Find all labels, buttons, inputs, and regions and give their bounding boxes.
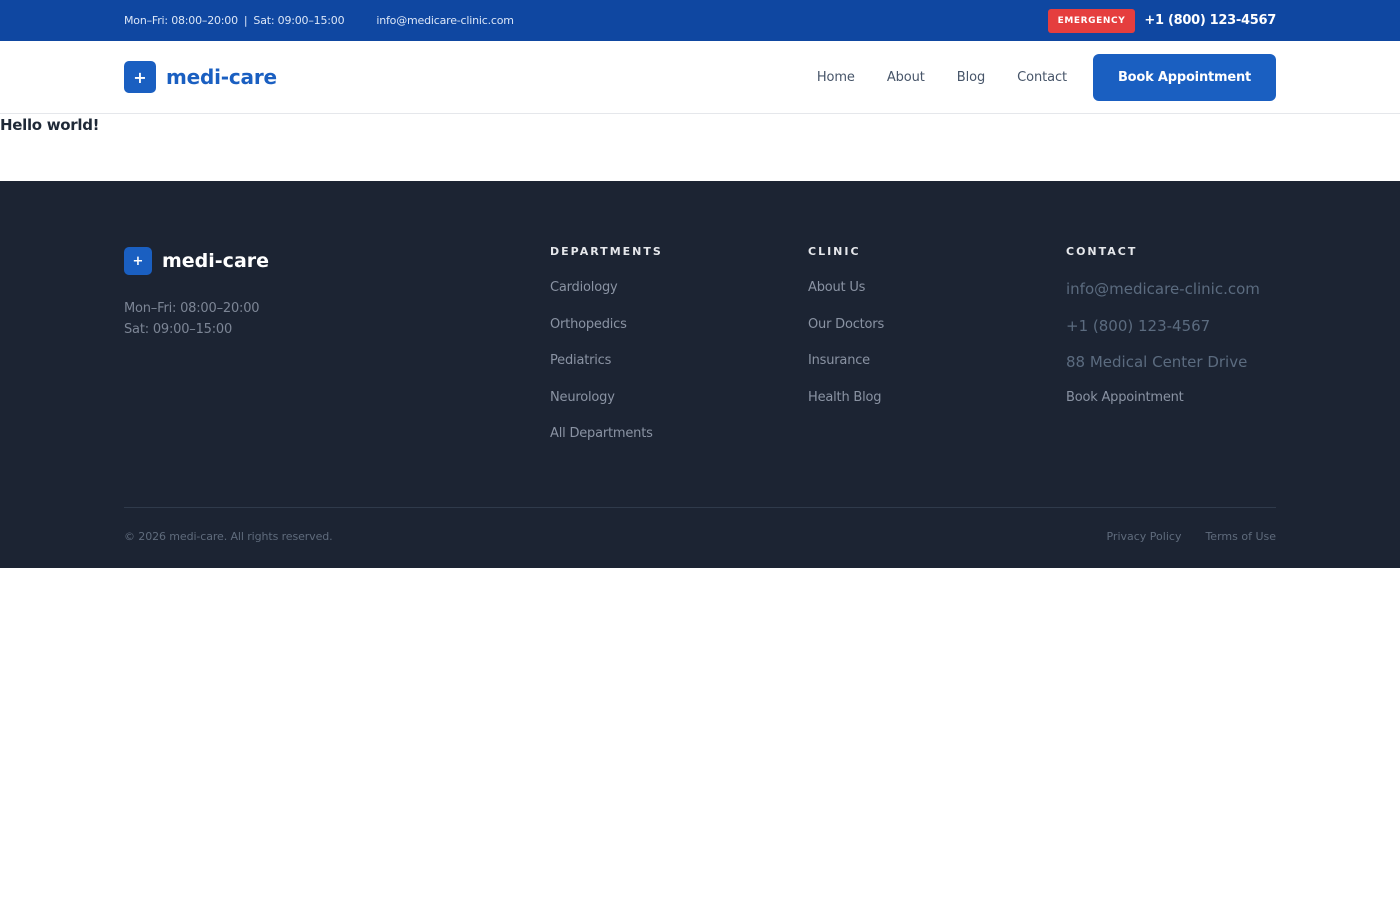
topbar-saturday: Sat: 09:00–15:00 [253, 14, 345, 27]
footer-contact-phone[interactable]: +1 (800) 123-4567 [1066, 317, 1260, 354]
site-footer: + medi-care Mon–Fri: 08:00–20:00 Sat: 09… [0, 181, 1400, 568]
footer-brand: + medi-care Mon–Fri: 08:00–20:00 Sat: 09… [124, 247, 269, 340]
topbar-hours: Mon–Fri: 08:00–20:00 [124, 14, 238, 27]
contact-list: info@medicare-clinic.com +1 (800) 123-45… [1066, 280, 1260, 426]
main-nav: Home About Blog Contact Book Appointment [817, 53, 1276, 101]
footer-contact-email[interactable]: info@medicare-clinic.com [1066, 280, 1260, 317]
plus-icon: + [124, 61, 156, 93]
nav-home[interactable]: Home [817, 70, 855, 85]
footer-legal-links: Privacy Policy Terms of Use [1106, 530, 1276, 543]
footer-contact: CONTACT info@medicare-clinic.com +1 (800… [1066, 245, 1260, 426]
footer-hours-weekday: Mon–Fri: 08:00–20:00 [124, 301, 260, 316]
clinic-list: About Us Our Doctors Insurance Health Bl… [808, 280, 884, 426]
clinic-heading: CLINIC [808, 245, 861, 258]
footer-copyright: © 2026 medi-care. All rights reserved. [124, 530, 333, 543]
departments-list: Cardiology Orthopedics Pediatrics Neurol… [550, 280, 663, 463]
nav-blog[interactable]: Blog [957, 70, 985, 85]
hello-text: Hello world! [0, 116, 100, 134]
contact-heading: CONTACT [1066, 245, 1138, 258]
footer-link-orthopedics[interactable]: Orthopedics [550, 317, 663, 354]
footer-logo-text: medi-care [162, 250, 270, 272]
emergency-badge: EMERGENCY [1047, 8, 1136, 33]
footer-divider [124, 507, 1276, 508]
footer-contact-address: 88 Medical Center Drive [1066, 353, 1248, 372]
top-bar: Mon–Fri: 08:00–20:00 | Sat: 09:00–15:00 … [0, 0, 1400, 41]
nav-about[interactable]: About [887, 70, 925, 85]
footer-hours: Mon–Fri: 08:00–20:00 Sat: 09:00–15:00 [124, 298, 269, 340]
footer-logo[interactable]: + medi-care [124, 247, 269, 275]
topbar-separator: | [243, 14, 248, 27]
footer-link-all-departments[interactable]: All Departments [550, 426, 663, 463]
book-appointment-button[interactable]: Book Appointment [1093, 53, 1276, 101]
site-header: + medi-care Home About Blog Contact Book… [0, 41, 1400, 114]
plus-icon: + [124, 247, 152, 275]
topbar-emergency: EMERGENCY +1 (800) 123-4567 [1047, 8, 1276, 33]
departments-heading: DEPARTMENTS [550, 245, 663, 258]
footer-link-about-us[interactable]: About Us [808, 280, 884, 317]
topbar-email-link[interactable]: info@medicare-clinic.com [376, 14, 514, 27]
footer-clinic: CLINIC About Us Our Doctors Insurance He… [808, 245, 884, 426]
nav-contact[interactable]: Contact [1017, 70, 1067, 85]
logo-text: medi-care [166, 65, 277, 89]
footer-link-health-blog[interactable]: Health Blog [808, 390, 884, 427]
emergency-phone-link[interactable]: +1 (800) 123-4567 [1144, 13, 1276, 28]
privacy-policy-link[interactable]: Privacy Policy [1106, 530, 1181, 543]
site-logo[interactable]: + medi-care [124, 61, 277, 93]
topbar-info: Mon–Fri: 08:00–20:00 | Sat: 09:00–15:00 … [124, 14, 514, 27]
main-content: Hello world! [0, 114, 1400, 181]
footer-hours-saturday: Sat: 09:00–15:00 [124, 322, 233, 337]
footer-link-our-doctors[interactable]: Our Doctors [808, 317, 884, 354]
terms-of-use-link[interactable]: Terms of Use [1205, 530, 1276, 543]
footer-link-book-appointment[interactable]: Book Appointment [1066, 390, 1260, 427]
footer-link-pediatrics[interactable]: Pediatrics [550, 353, 663, 390]
footer-departments: DEPARTMENTS Cardiology Orthopedics Pedia… [550, 245, 663, 463]
footer-link-cardiology[interactable]: Cardiology [550, 280, 663, 317]
footer-link-neurology[interactable]: Neurology [550, 390, 663, 427]
footer-link-insurance[interactable]: Insurance [808, 353, 884, 390]
